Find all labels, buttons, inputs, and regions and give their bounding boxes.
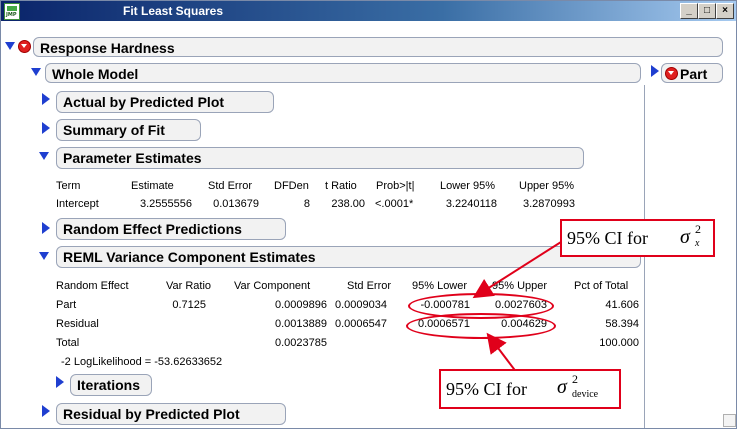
pe-cell-prob: <.0001* [375,198,414,210]
response-hardness-header[interactable]: Response Hardness [33,37,723,57]
summary-of-fit-header[interactable]: Summary of Fit [56,119,201,141]
ci-x-sup: 2 [695,222,701,236]
iterations-disclosure-icon[interactable] [56,376,64,388]
reml-header-95-lower: 95% Lower [412,280,468,292]
reml-row-total-pct: 100.000 [599,337,639,349]
whole-model-disclosure-icon[interactable] [31,68,41,76]
reml-row-part-std-error: 0.0009034 [335,299,387,311]
reml-disclosure-icon[interactable] [39,252,49,260]
ci-sigma-device-callout: 95% CI for σ 2 device [439,369,621,409]
pe-cell-dfden: 8 [303,198,310,210]
reml-row-part-var-component: 0.0009896 [275,299,327,311]
reml-row-residual-label: Residual [56,318,99,330]
report-content: Response Hardness Whole Model Part Actua… [1,21,736,428]
part-disclosure-icon[interactable] [651,65,659,77]
app-icon-label: JMP [6,12,17,18]
residual-by-predicted-header[interactable]: Residual by Predicted Plot [56,403,286,425]
reml-row-part-label: Part [56,299,77,311]
summary-of-fit-disclosure-icon[interactable] [42,122,50,134]
reml-row-total-label: Total [56,337,80,349]
reml-row-part-pct: 41.606 [605,299,639,311]
ci-x-sub: x [695,238,700,249]
reml-header-std-error: Std Error [347,280,392,292]
pe-header-dfden: DFDen [274,180,309,192]
pe-header-lower: Lower 95% [440,180,496,192]
pe-cell-lower: 3.2240118 [445,198,497,210]
reml-row-residual-pct: 58.394 [605,318,639,330]
maximize-button[interactable]: □ [698,3,716,19]
reml-variance-components-header[interactable]: REML Variance Component Estimates [56,246,641,268]
pe-cell-t-ratio: 238.00 [331,198,365,210]
parameter-estimates-header[interactable]: Parameter Estimates [56,147,584,169]
pe-header-prob: Prob>|t| [376,180,415,192]
arrow-to-residual-ci [486,332,518,374]
fit-least-squares-window: JMP Fit Least Squares _ □ × Response Har… [0,0,737,429]
part-red-triangle-menu-icon[interactable] [665,67,678,80]
reml-loglikelihood: -2 LogLikelihood = -53.62633652 [61,356,223,368]
iterations-header[interactable]: Iterations [70,374,152,396]
residual-by-predicted-disclosure-icon[interactable] [42,405,50,417]
pe-header-upper: Upper 95% [519,180,575,192]
whole-model-header[interactable]: Whole Model [45,63,641,83]
reml-row-residual-var-component: 0.0013889 [275,318,327,330]
reml-row-total-var-component: 0.0023785 [275,337,327,349]
reml-header-var-component: Var Component [234,280,311,292]
residual-ci-highlight-ellipse [406,313,556,339]
random-effect-predictions-header[interactable]: Random Effect Predictions [56,218,286,240]
reml-header-var-ratio: Var Ratio [166,280,212,292]
actual-by-predicted-header[interactable]: Actual by Predicted Plot [56,91,274,113]
reml-row-residual-std-error: 0.0006547 [335,318,387,330]
ci-device-sub: device [572,389,599,400]
ci-x-sigma: σ [680,226,690,248]
title-bar[interactable]: JMP Fit Least Squares _ □ × [1,1,736,21]
response-red-triangle-menu-icon[interactable] [18,40,31,53]
random-effect-predictions-disclosure-icon[interactable] [42,222,50,234]
minimize-button[interactable]: _ [680,3,698,19]
pe-header-std-error: Std Error [208,180,253,192]
ci-device-sup: 2 [572,372,578,386]
ci-x-prefix: 95% CI for [567,228,648,248]
ci-sigma-x-callout: 95% CI for σ 2 x [560,219,715,257]
reml-header-95-upper: 95% Upper [492,280,548,292]
window-title: Fit Least Squares [123,4,224,18]
ci-device-prefix: 95% CI for [446,379,527,399]
reml-header-pct-total: Pct of Total [574,280,629,292]
reml-row-part-var-ratio: 0.7125 [172,299,206,311]
pe-cell-estimate: 3.2555556 [140,198,192,210]
pe-header-term: Term [56,180,81,192]
actual-by-predicted-disclosure-icon[interactable] [42,93,50,105]
close-button[interactable]: × [716,3,734,19]
pe-header-estimate: Estimate [131,180,174,192]
pe-cell-std-error: 0.013679 [213,198,259,210]
pe-cell-term: Intercept [56,198,99,210]
ci-device-sigma: σ [557,376,567,398]
jmp-app-icon[interactable]: JMP [4,3,20,20]
response-disclosure-icon[interactable] [5,42,15,50]
resize-grip-icon[interactable] [723,414,736,427]
parameter-estimates-disclosure-icon[interactable] [39,152,49,160]
pe-header-t-ratio: t Ratio [325,180,357,192]
part-label: Part [680,66,708,82]
pe-cell-upper: 3.2870993 [523,198,575,210]
reml-header-random-effect: Random Effect [56,280,129,292]
